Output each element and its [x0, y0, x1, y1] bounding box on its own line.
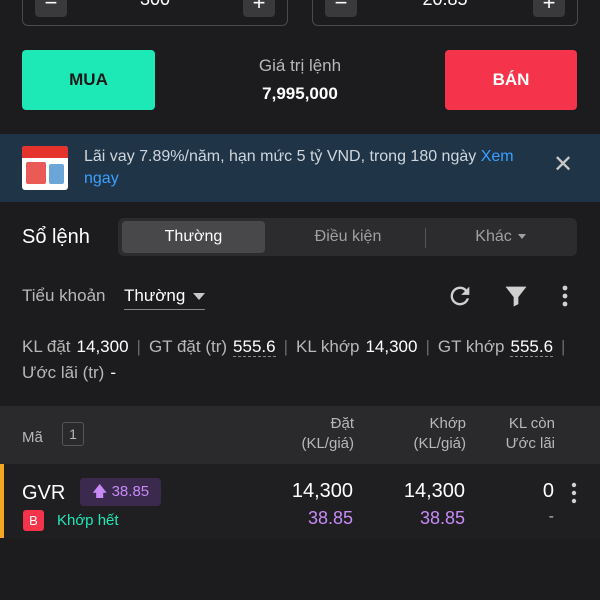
header-placed-line1: Đặt	[330, 415, 354, 432]
table-row[interactable]: GVR 🡅 38.85 B Khớp hết 14,300 38.85 14,3…	[0, 464, 600, 538]
header-matched: Khớp (KL/giá)	[413, 414, 466, 454]
price-badge-value: 38.85	[111, 483, 150, 500]
subaccount-select[interactable]: Thường	[124, 286, 206, 310]
quantity-value[interactable]: 300	[73, 0, 237, 9]
kl-dat-value: 14,300	[76, 337, 129, 356]
kl-khop-value: 14,300	[365, 337, 418, 356]
estimated-profit: -	[548, 508, 554, 525]
order-value-label: Giá trị lệnh	[258, 56, 342, 75]
price-badge: 🡅 38.85	[80, 478, 162, 506]
subaccount-row: Tiểu khoản Thường	[0, 280, 600, 316]
quantity-stepper[interactable]: − 300 +	[22, 0, 288, 26]
more-vertical-icon[interactable]	[558, 282, 572, 310]
side-badge: B	[23, 510, 44, 531]
chevron-down-icon	[193, 293, 206, 301]
status-badge: Khớp hết	[57, 512, 119, 529]
uoc-lai-value: -	[110, 363, 116, 382]
promo-text: Lãi vay 7.89%/năm, hạn mức 5 tỷ VND, tro…	[84, 146, 534, 190]
tab-conditional[interactable]: Điều kiện	[273, 221, 423, 253]
sell-button[interactable]: BÁN	[445, 50, 577, 110]
order-summary: KL đặt 14,300 | GT đặt (tr) 555.6 | KL khớp 14,…	[22, 337, 566, 382]
remaining-volume: 0	[542, 480, 554, 502]
tab-other-label: Khác	[475, 228, 512, 245]
order-count-badge: 1	[62, 422, 84, 446]
kl-khop-label: KL khớp	[296, 337, 360, 356]
quantity-increase-button[interactable]: +	[243, 0, 275, 17]
orders-table: Mã 1 Đặt (KL/giá) Khớp (KL/giá) KL còn Ư…	[0, 406, 600, 538]
placed-volume: 14,300	[291, 480, 353, 502]
order-value-panel: Giá trị lệnh 7,995,000	[200, 56, 400, 104]
order-book-title: Sổ lệnh	[22, 226, 90, 248]
price-stepper[interactable]: − 20.85 +	[312, 0, 578, 26]
promo-message: Lãi vay 7.89%/năm, hạn mức 5 tỷ VND, tro…	[84, 148, 481, 165]
gt-dat-label: GT đặt (tr)	[148, 337, 228, 356]
order-value-amount: 7,995,000	[262, 84, 338, 103]
tab-other[interactable]: Khác	[428, 221, 573, 253]
header-matched-line2: (KL/giá)	[413, 435, 466, 452]
close-icon[interactable]: ✕	[552, 153, 574, 177]
more-vertical-icon[interactable]	[570, 480, 578, 506]
header-symbol: Mã	[22, 429, 43, 446]
placed-price: 38.85	[307, 508, 353, 528]
buy-button[interactable]: MUA	[22, 50, 155, 110]
tab-normal[interactable]: Thường	[122, 221, 265, 253]
promo-banner[interactable]: Lãi vay 7.89%/năm, hạn mức 5 tỷ VND, tro…	[0, 134, 600, 202]
filter-icon[interactable]	[502, 282, 530, 310]
order-book-header: Sổ lệnh Thường Điều kiện Khác	[0, 216, 600, 260]
row-symbol: GVR	[22, 482, 66, 504]
subaccount-label: Tiểu khoản	[22, 286, 106, 305]
quantity-decrease-button[interactable]: −	[35, 0, 67, 17]
arrow-up-icon: 🡅	[92, 483, 112, 500]
header-matched-line1: Khớp	[429, 415, 466, 432]
header-remaining: KL còn Ước lãi	[506, 414, 555, 454]
kl-dat-label: KL đặt	[22, 337, 71, 356]
header-placed: Đặt (KL/giá)	[301, 414, 354, 454]
promo-thumbnail-icon	[22, 146, 68, 190]
trade-actions: MUA Giá trị lệnh 7,995,000 BÁN	[0, 50, 600, 112]
order-input-row: − 300 + − 20.85 +	[0, 0, 600, 28]
gt-khop-value: 555.6	[510, 337, 554, 357]
subaccount-value: Thường	[124, 286, 186, 305]
header-placed-line2: (KL/giá)	[301, 435, 354, 452]
chevron-down-icon	[517, 234, 526, 240]
order-type-tabs: Thường Điều kiện Khác	[118, 218, 577, 256]
price-increase-button[interactable]: +	[533, 0, 565, 17]
gt-khop-label: GT khớp	[437, 337, 505, 356]
header-remaining-line1: KL còn	[508, 415, 555, 432]
gt-dat-value: 555.6	[233, 337, 276, 357]
header-remaining-line2: Ước lãi	[505, 435, 555, 452]
uoc-lai-label: Ước lãi (tr)	[22, 363, 105, 382]
price-decrease-button[interactable]: −	[325, 0, 357, 17]
price-value[interactable]: 20.85	[363, 0, 527, 9]
refresh-icon[interactable]	[446, 282, 474, 310]
tab-divider	[425, 228, 426, 248]
matched-volume: 14,300	[403, 480, 465, 502]
matched-price: 38.85	[419, 508, 465, 528]
